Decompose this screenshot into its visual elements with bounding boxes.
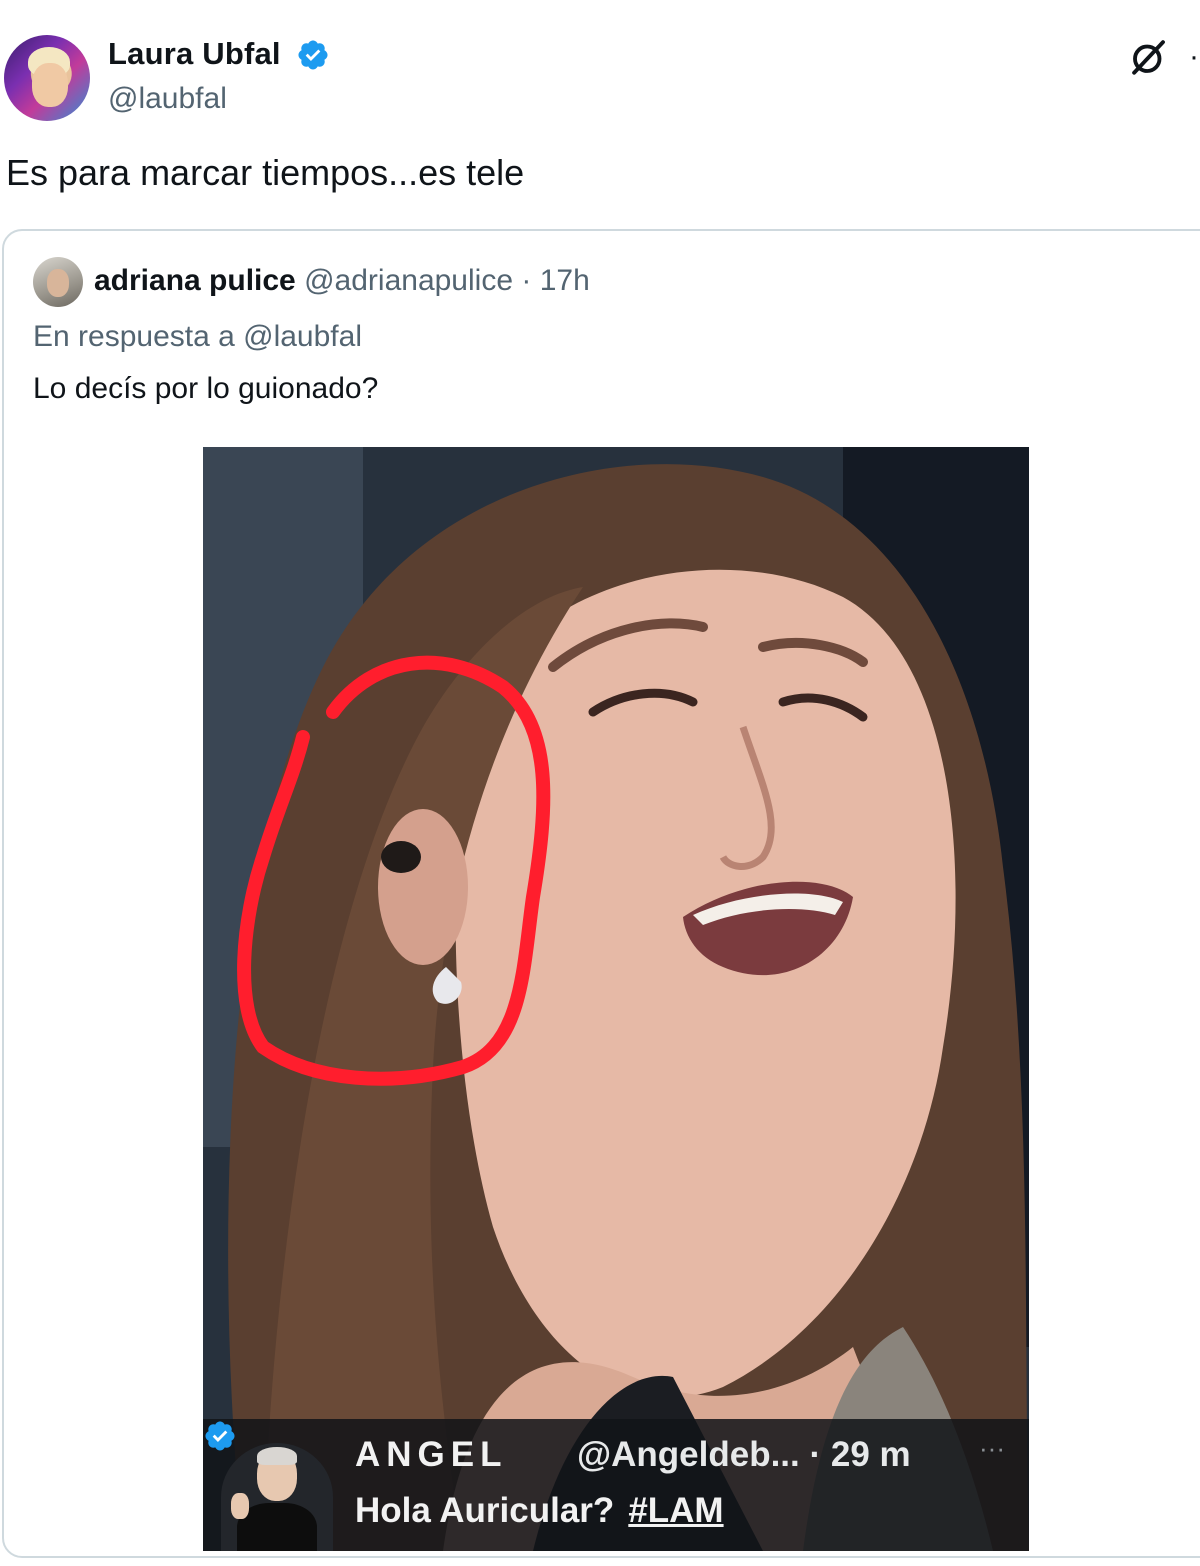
embedded-handle-time: @Angeldeb... · 29 m bbox=[577, 1435, 911, 1474]
quote-handle[interactable]: @adrianapulice bbox=[304, 264, 513, 297]
embedded-avatar-hair bbox=[257, 1447, 297, 1465]
quote-photo[interactable]: ANGEL @Angeldeb... · 29 m ··· Hola Auric… bbox=[203, 447, 1029, 1551]
embedded-hashtag: #LAM bbox=[628, 1491, 724, 1530]
embedded-post-overlay: ANGEL @Angeldeb... · 29 m ··· Hola Auric… bbox=[203, 1419, 1029, 1551]
more-options-icon[interactable]: · bbox=[1189, 40, 1199, 74]
quote-timestamp[interactable]: 17h bbox=[540, 264, 590, 297]
embedded-more-icon: ··· bbox=[979, 1433, 1005, 1463]
embedded-display-name: ANGEL bbox=[355, 1435, 508, 1474]
embedded-avatar-body bbox=[237, 1503, 317, 1551]
quote-author-avatar[interactable] bbox=[33, 257, 83, 307]
quote-text: Lo decís por lo guionado? bbox=[33, 372, 379, 405]
avatar-face bbox=[32, 63, 68, 107]
grok-icon[interactable] bbox=[1128, 36, 1170, 78]
author-display-name[interactable]: Laura Ubfal bbox=[108, 36, 281, 72]
photo-illustration bbox=[203, 447, 1029, 1551]
quote-avatar-face bbox=[47, 269, 69, 297]
embedded-avatar-hand bbox=[231, 1493, 249, 1519]
tweet-text: Es para marcar tiempos...es tele bbox=[6, 152, 525, 193]
embedded-post-text: Hola Auricular? #LAM bbox=[355, 1491, 724, 1531]
embedded-post-body: Hola Auricular? bbox=[355, 1491, 615, 1530]
verified-badge-icon bbox=[298, 40, 328, 70]
quote-separator: · bbox=[521, 264, 532, 297]
tweet-page: Laura Ubfal @laubfal · Es para marcar ti… bbox=[0, 0, 1200, 1566]
embedded-avatar bbox=[221, 1443, 333, 1551]
quote-header: adriana pulice @adrianapulice · 17h bbox=[94, 264, 590, 298]
embedded-verified-badge-icon bbox=[205, 1421, 235, 1451]
author-avatar[interactable] bbox=[4, 35, 90, 121]
quote-reply-context: En respuesta a @laubfal bbox=[33, 320, 362, 353]
author-handle[interactable]: @laubfal bbox=[108, 82, 227, 116]
quote-display-name[interactable]: adriana pulice bbox=[94, 264, 296, 297]
